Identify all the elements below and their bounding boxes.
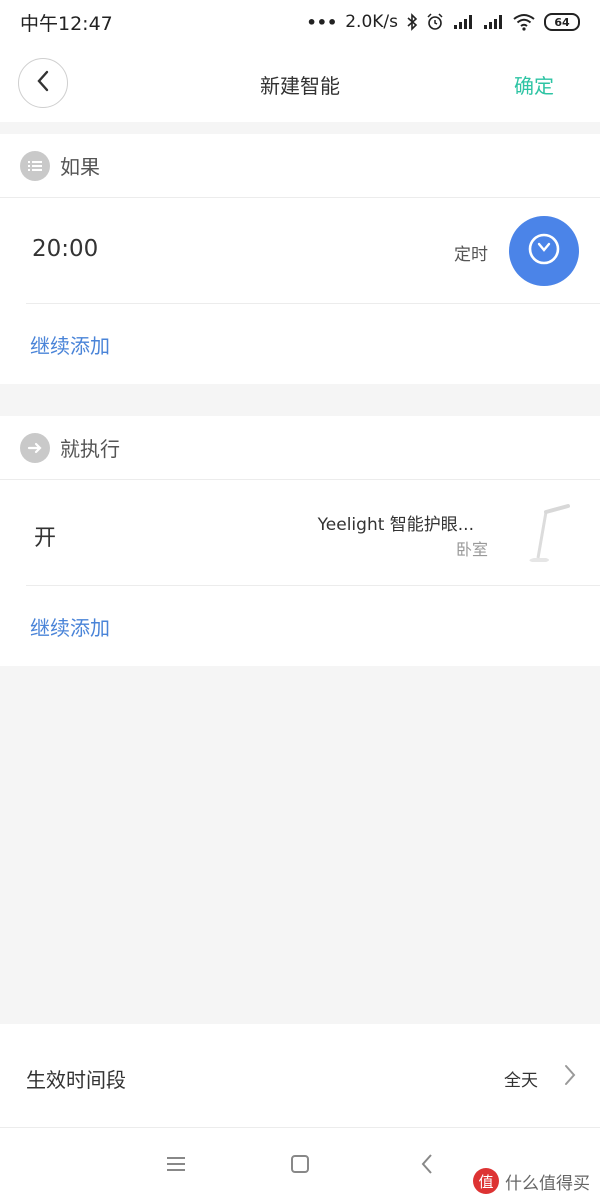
device-room: 卧室 [455,540,488,559]
page-title: 新建智能 [260,74,340,98]
home-icon[interactable] [288,1152,312,1180]
action-row[interactable]: 开 Yeelight 智能护眼... 卧室 [26,480,600,586]
wifi-icon [512,13,536,31]
status-bar: 中午12:47 ••• 2.0K/s 64 [0,0,600,44]
watermark-text: 什么值得买 [505,1173,590,1194]
condition-type: 定时 [454,245,488,265]
effective-period-row[interactable]: 生效时间段 全天 [0,1024,600,1128]
add-action-link[interactable]: 继续添加 [0,586,600,666]
battery-icon: 64 [544,13,580,31]
then-section-header: 就执行 [0,416,600,480]
network-speed: 2.0K/s [345,12,398,32]
add-condition-link[interactable]: 继续添加 [0,304,600,384]
back-nav-icon[interactable] [416,1152,440,1180]
then-section: 就执行 开 Yeelight 智能护眼... 卧室 继续添加 [0,416,600,666]
chevron-right-icon [564,1064,576,1090]
status-icons: ••• 2.0K/s 64 [307,12,580,32]
header-bar: 新建智能 确定 [0,44,600,122]
then-section-title: 就执行 [60,437,120,461]
status-time: 中午12:47 [20,12,113,35]
condition-time: 20:00 [32,236,99,262]
alarm-icon [426,13,444,31]
if-section: 如果 20:00 定时 继续添加 [0,134,600,384]
timer-button[interactable] [509,216,579,286]
desk-lamp-icon [516,500,572,572]
confirm-button[interactable]: 确定 [514,70,554,99]
device-name: Yeelight 智能护眼... [317,515,474,535]
period-value: 全天 [504,1071,538,1091]
bluetooth-icon [406,13,418,31]
watermark: 值 什么值得买 [473,1168,590,1194]
if-section-title: 如果 [60,155,100,179]
menu-icon[interactable] [164,1152,188,1180]
clock-icon [527,232,561,270]
signal-icon-2 [482,14,504,30]
condition-row[interactable]: 20:00 定时 [26,198,600,304]
watermark-logo: 值 [473,1168,499,1194]
signal-icon [452,14,474,30]
list-icon [20,150,50,181]
more-dots: ••• [306,12,338,32]
period-label: 生效时间段 [26,1068,126,1092]
arrow-right-icon [20,432,50,463]
if-section-header: 如果 [0,134,600,198]
action-label: 开 [34,526,57,551]
